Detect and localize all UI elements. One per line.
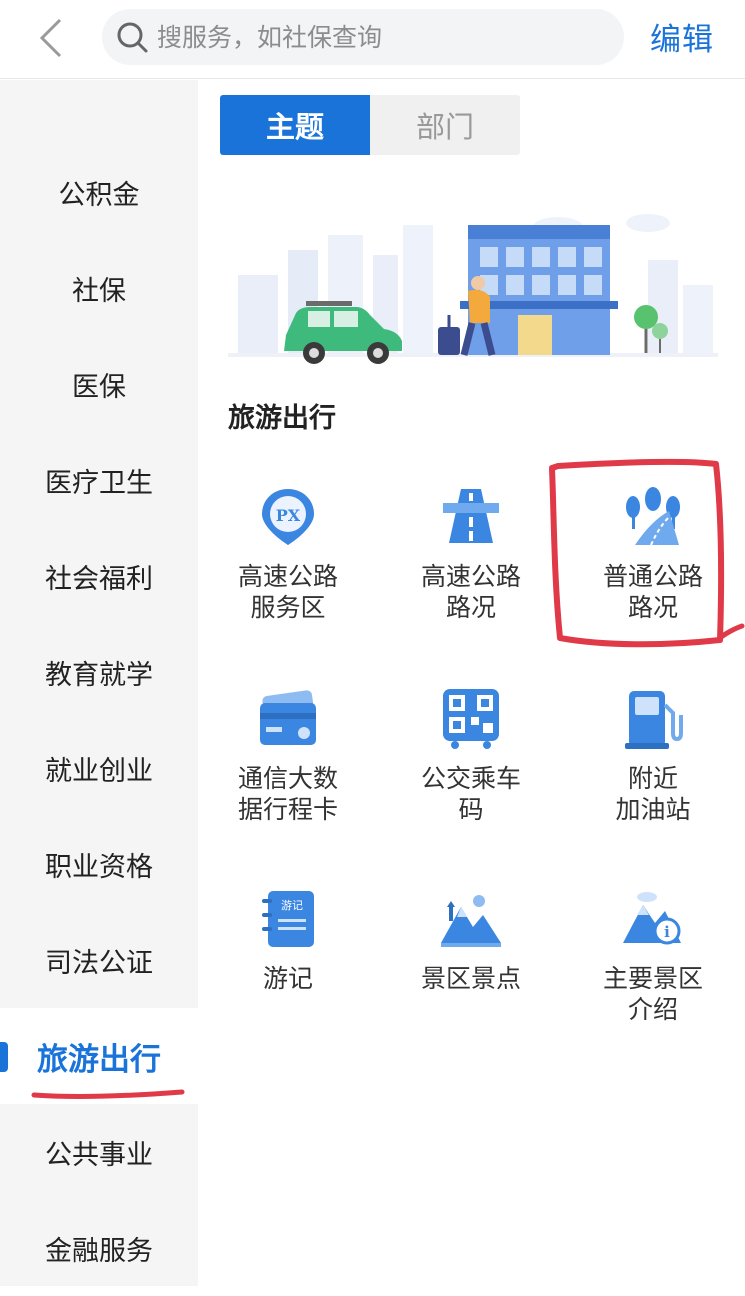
service-travel-notes[interactable]: 游记 游记 (198, 887, 378, 994)
sidebar-item-medical-insurance[interactable]: 医保 (0, 336, 198, 432)
search-icon (117, 22, 148, 53)
travel-banner-illustration (228, 214, 718, 364)
service-nearby-gas-station[interactable]: 附近 加油站 (563, 687, 743, 825)
service-travel-card[interactable]: 通信大数 据行程卡 (198, 687, 378, 825)
service-bus-qr-code[interactable]: 公交乘车 码 (381, 687, 561, 825)
search-input[interactable] (155, 21, 599, 53)
sidebar-item-housing-fund[interactable]: 公积金 (0, 144, 198, 240)
tab-theme[interactable]: 主题 (220, 95, 370, 155)
category-sidebar: 公积金 社保 医保 医疗卫生 社会福利 教育就学 就业创业 职业资格 司法公证 … (0, 80, 198, 1286)
sidebar-item-employment[interactable]: 就业创业 (0, 720, 198, 816)
service-label: 高速公路 服务区 (237, 562, 338, 622)
edit-button[interactable]: 编辑 (650, 14, 714, 59)
scenic-spot-icon (441, 895, 501, 947)
travel-card-icon (260, 690, 316, 745)
red-circle-annotation (549, 458, 745, 648)
sidebar-item-social-security[interactable]: 社保 (0, 240, 198, 336)
bus-qr-code-icon (443, 689, 499, 749)
highway-road-icon (443, 489, 499, 543)
service-highway-road-condition[interactable]: 高速公路 路况 (381, 485, 561, 623)
travel-notes-icon: 游记 (262, 891, 314, 947)
red-underline-annotation (31, 1089, 185, 1099)
sidebar-item-education[interactable]: 教育就学 (0, 624, 198, 720)
gas-station-icon (625, 691, 683, 749)
back-arrow-icon[interactable] (34, 16, 74, 60)
service-label: 主要景区 介绍 (602, 964, 703, 1024)
service-scenic-introduction[interactable]: i 主要景区 介绍 (563, 887, 743, 1025)
scenic-intro-badge: i (664, 923, 670, 941)
section-title: 旅游出行 (228, 403, 336, 434)
sidebar-item-social-welfare[interactable]: 社会福利 (0, 528, 198, 624)
service-highway-service-area[interactable]: PX 高速公路 服务区 (198, 485, 378, 623)
top-bar: 编辑 (0, 0, 745, 79)
scenic-intro-icon: i (623, 892, 681, 945)
theme-department-tabs: 主题 部门 (220, 95, 520, 155)
sidebar-item-finance[interactable]: 金融服务 (0, 1200, 198, 1296)
service-scenic-spots[interactable]: 景区景点 (381, 887, 561, 994)
sidebar-item-public-utilities[interactable]: 公共事业 (0, 1104, 198, 1200)
service-label: 景区景点 (420, 964, 521, 993)
active-indicator (0, 1042, 8, 1072)
sidebar-item-qualification[interactable]: 职业资格 (0, 816, 198, 912)
tab-department[interactable]: 部门 (370, 95, 520, 155)
service-label: 高速公路 路况 (420, 562, 521, 622)
service-label: 通信大数 据行程卡 (237, 764, 338, 824)
service-label: 公交乘车 码 (420, 764, 521, 824)
service-label: 附近 加油站 (615, 764, 691, 824)
sidebar-item-notary[interactable]: 司法公证 (0, 912, 198, 1008)
travel-notes-badge: 游记 (281, 899, 303, 912)
sidebar-item-healthcare[interactable]: 医疗卫生 (0, 432, 198, 528)
service-area-px-icon: PX (262, 489, 314, 545)
service-label: 游记 (262, 964, 313, 993)
svg-text:PX: PX (276, 506, 301, 525)
search-box[interactable] (102, 9, 624, 65)
